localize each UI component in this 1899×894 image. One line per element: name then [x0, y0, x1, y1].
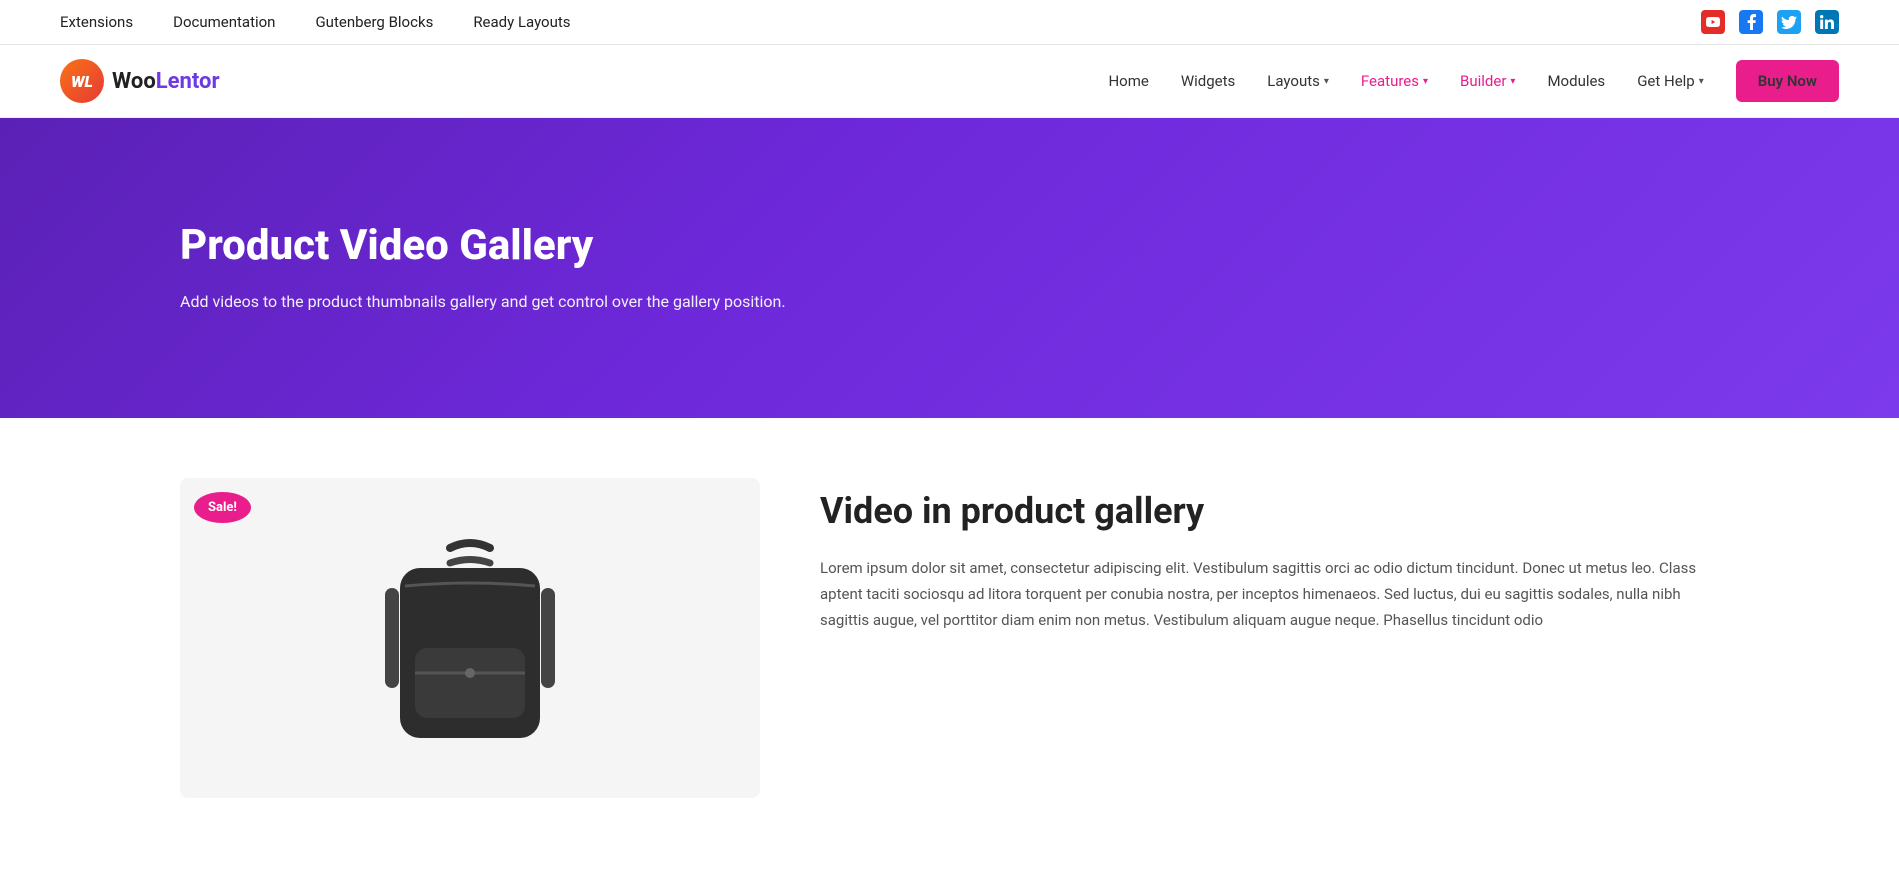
nav-features[interactable]: Features ▾: [1361, 72, 1428, 90]
hero-title: Product Video Gallery: [180, 221, 1719, 271]
get-help-dropdown-arrow: ▾: [1699, 76, 1704, 87]
nav-builder[interactable]: Builder ▾: [1460, 72, 1515, 90]
sale-badge: Sale!: [194, 492, 251, 523]
content-section: Sale!: [0, 418, 1899, 858]
logo-woo: Woo: [112, 69, 156, 94]
youtube-icon[interactable]: [1701, 10, 1725, 34]
top-bar-nav: Extensions Documentation Gutenberg Block…: [60, 13, 571, 31]
backpack-illustration: [360, 528, 580, 768]
buy-now-button[interactable]: Buy Now: [1736, 60, 1839, 102]
linkedin-icon[interactable]: [1815, 10, 1839, 34]
builder-dropdown-arrow: ▾: [1510, 76, 1515, 87]
topbar-link-ready-layouts[interactable]: Ready Layouts: [473, 13, 570, 31]
nav-widgets[interactable]: Widgets: [1181, 72, 1235, 90]
layouts-dropdown-arrow: ▾: [1324, 76, 1329, 87]
logo-text: WooLentor: [112, 69, 220, 94]
main-nav-links: Home Widgets Layouts ▾ Features ▾ Builde…: [1108, 60, 1839, 102]
logo-icon: WL: [60, 59, 104, 103]
product-info: Video in product gallery Lorem ipsum dol…: [820, 478, 1719, 634]
logo-lentor: Lentor: [156, 69, 220, 94]
nav-layouts[interactable]: Layouts ▾: [1267, 72, 1329, 90]
product-info-title: Video in product gallery: [820, 488, 1719, 535]
topbar-link-gutenberg-blocks[interactable]: Gutenberg Blocks: [315, 13, 433, 31]
hero-banner: Product Video Gallery Add videos to the …: [0, 118, 1899, 418]
nav-home[interactable]: Home: [1108, 72, 1148, 90]
product-info-text: Lorem ipsum dolor sit amet, consectetur …: [820, 555, 1719, 634]
facebook-icon[interactable]: [1739, 10, 1763, 34]
product-image-placeholder: [340, 508, 600, 768]
product-image-area: Sale!: [180, 478, 760, 798]
nav-get-help[interactable]: Get Help ▾: [1637, 72, 1704, 90]
topbar-link-extensions[interactable]: Extensions: [60, 13, 133, 31]
features-dropdown-arrow: ▾: [1423, 76, 1428, 87]
hero-description: Add videos to the product thumbnails gal…: [180, 289, 820, 315]
top-bar-social: [1701, 10, 1839, 34]
main-nav: WL WooLentor Home Widgets Layouts ▾ Feat…: [0, 45, 1899, 118]
site-logo[interactable]: WL WooLentor: [60, 59, 220, 103]
top-bar: Extensions Documentation Gutenberg Block…: [0, 0, 1899, 45]
twitter-icon[interactable]: [1777, 10, 1801, 34]
nav-modules[interactable]: Modules: [1547, 72, 1605, 90]
topbar-link-documentation[interactable]: Documentation: [173, 13, 275, 31]
